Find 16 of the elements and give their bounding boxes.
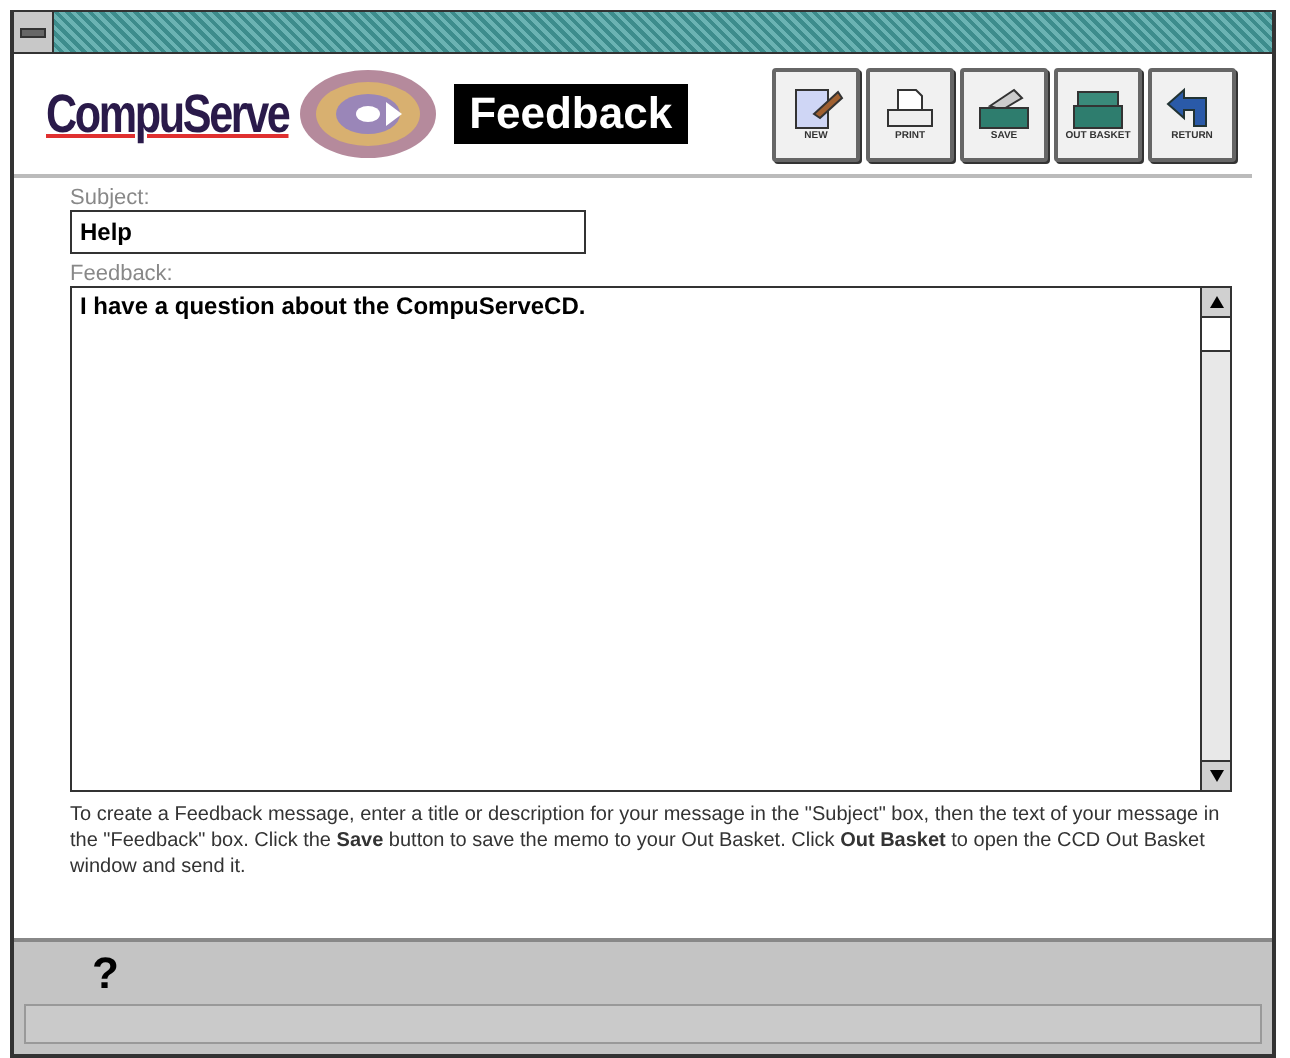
scroll-bar[interactable]	[1200, 288, 1230, 790]
scroll-thumb[interactable]	[1202, 318, 1230, 352]
page-title: Feedback	[453, 84, 689, 144]
field-label: Feedback:	[70, 262, 175, 286]
down-arrow-icon[interactable]	[1209, 770, 1223, 782]
subject-field[interactable]: Help	[70, 210, 586, 254]
logo-text: CompuServe	[46, 83, 289, 145]
instructions-text: To create a Feedback message, enter a title or description for your message in the "Subject" box, then the text of your message in the "Feedback" box. Click the Save button to save the memo to your Out Basket. Click Out Basket to open the CCD Out Basket window and send it.	[70, 802, 1222, 880]
help-icon[interactable]: ?	[92, 950, 119, 998]
feedback-field[interactable]: I have a question about the CompuServeCD.	[70, 286, 1232, 792]
up-arrow-icon[interactable]	[1209, 296, 1223, 308]
tray-icon	[974, 86, 1034, 130]
basket-icon	[1068, 86, 1128, 130]
field-label: Subject:	[70, 186, 152, 210]
system-menu-button[interactable]	[14, 12, 54, 52]
disc-icon	[297, 68, 438, 160]
